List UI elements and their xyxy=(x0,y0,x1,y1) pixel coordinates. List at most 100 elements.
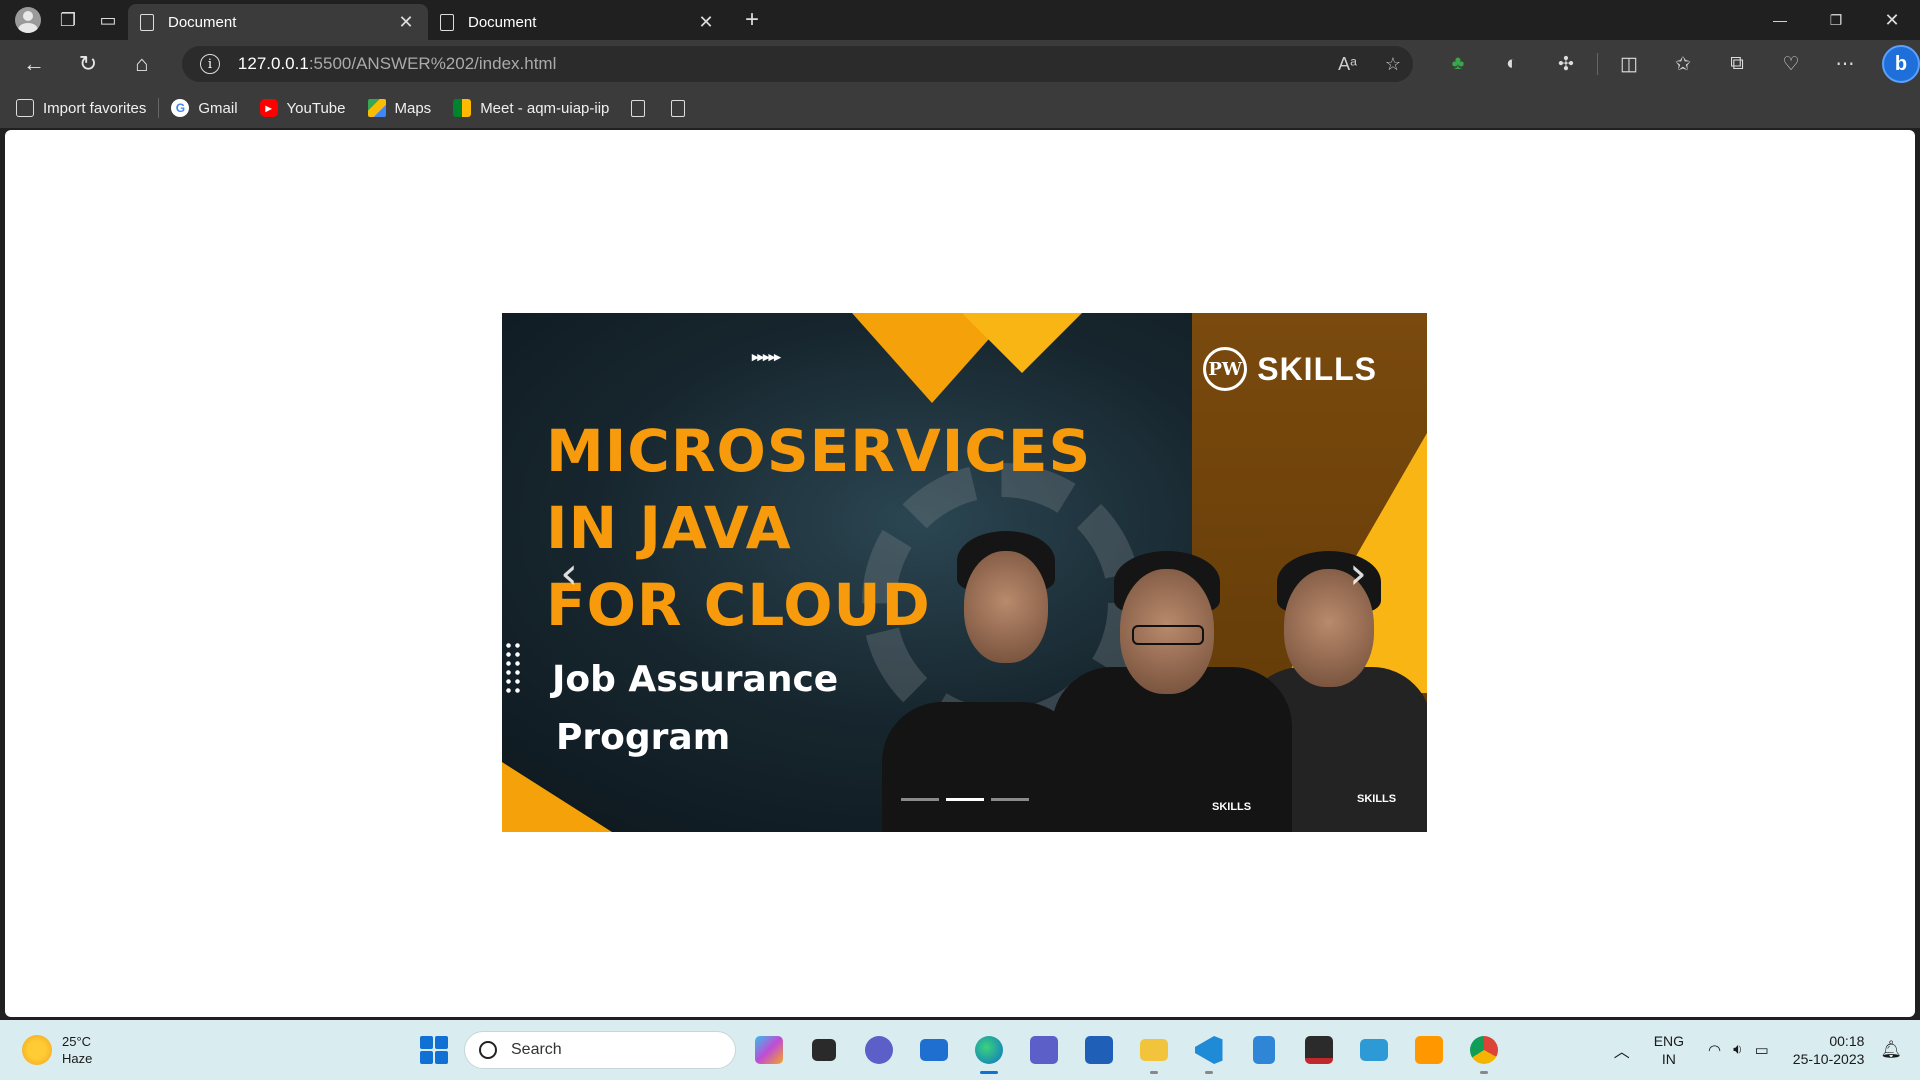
chevron-up-icon[interactable]: ︿ xyxy=(1614,1038,1630,1062)
glasses xyxy=(1132,625,1204,645)
chrome-app-icon[interactable] xyxy=(1461,1030,1506,1074)
tab-title: Document xyxy=(468,13,537,31)
favorite-label: Maps xyxy=(394,99,432,117)
back-icon[interactable]: ← xyxy=(12,44,56,84)
favorite-label: Import favorites xyxy=(43,99,147,117)
decor-triangle xyxy=(502,762,612,832)
google-icon: G xyxy=(171,99,190,117)
start-button[interactable] xyxy=(414,1030,454,1070)
tab-document[interactable]: Document ✕ xyxy=(428,4,728,40)
document-icon xyxy=(440,13,454,31)
slide-subtitle: Job Assurance Program xyxy=(552,651,838,767)
clock[interactable]: 00:18 25-10-2023 xyxy=(1793,1032,1865,1068)
carousel-indicator-2[interactable] xyxy=(946,798,984,801)
carousel-indicator-3[interactable] xyxy=(991,798,1029,801)
favorites-divider xyxy=(158,98,160,118)
weather-temp: 25°C xyxy=(62,1034,92,1049)
weather-condition: Haze xyxy=(62,1051,93,1066)
teams-app-icon[interactable] xyxy=(1021,1030,1066,1070)
tab-actions-icon[interactable]: ▭ xyxy=(88,0,128,40)
taskbar-search[interactable]: Search xyxy=(464,1031,736,1069)
favorite-youtube[interactable]: ▶ YouTube xyxy=(259,99,346,117)
pw-skills-logo: PW SKILLS xyxy=(1203,347,1377,391)
clock-time: 00:18 xyxy=(1829,1033,1865,1049)
weather-haze-icon xyxy=(22,1035,52,1065)
volume-icon: 🔉︎ xyxy=(1733,1041,1743,1058)
favorite-maps[interactable]: Maps xyxy=(367,99,432,117)
favorite-import[interactable]: Import favorites xyxy=(16,99,146,117)
logo-text: SKILLS xyxy=(1257,350,1377,387)
more-menu-icon[interactable]: ⋯ xyxy=(1818,44,1872,84)
carousel-prev-button[interactable]: ‹ xyxy=(544,543,594,603)
weather-widget[interactable]: 25°C Haze xyxy=(22,1033,92,1067)
browser-title-bar: ❐ ▭ Document ✕ Document ✕ + — ❐ ✕ xyxy=(0,0,1920,40)
favorites-icon[interactable]: ✩ xyxy=(1656,44,1710,84)
tab-document-active[interactable]: Document ✕ xyxy=(128,4,428,40)
subtitle-line: Program xyxy=(556,717,731,758)
tree-extension-icon[interactable]: ♣ xyxy=(1431,44,1485,84)
collections-icon[interactable]: ⧉ xyxy=(1710,44,1764,84)
favorite-label: YouTube xyxy=(286,99,346,117)
lang-line-2: IN xyxy=(1661,1051,1676,1067)
address-bar[interactable]: i 127.0.0.1:5500/ANSWER%202/index.html A… xyxy=(181,46,1413,82)
new-tab-button[interactable]: + xyxy=(734,2,770,38)
clock-date: 25-10-2023 xyxy=(1792,1051,1865,1067)
close-tab-icon[interactable]: ✕ xyxy=(696,12,716,33)
refresh-icon[interactable]: ↻ xyxy=(66,44,110,84)
game-app-icon[interactable] xyxy=(1296,1030,1341,1070)
wifi-icon: ◠ xyxy=(1708,1042,1722,1059)
face xyxy=(964,551,1048,663)
document-icon xyxy=(140,13,154,31)
headline-line: MICROSERVICES xyxy=(546,417,1092,485)
file-explorer-icon[interactable] xyxy=(1131,1030,1176,1074)
web-page: ▸▸▸▸▸ PW SKILLS MICROSERVICES IN JAVA FO… xyxy=(5,130,1915,1017)
vscode-app-icon[interactable] xyxy=(1186,1030,1231,1074)
toolbar-divider xyxy=(1597,53,1598,75)
carousel-indicator-1[interactable] xyxy=(901,798,939,801)
browser-toolbar: ← ↻ ⌂ i 127.0.0.1:5500/ANSWER%202/index.… xyxy=(0,40,1920,88)
favorite-meet[interactable]: Meet - aqm-uiap-iip xyxy=(453,99,609,117)
favorite-label: Gmail xyxy=(198,99,238,117)
notepad-app-icon[interactable] xyxy=(1241,1030,1286,1070)
home-icon[interactable]: ⌂ xyxy=(120,44,164,84)
document-bookmark-icon[interactable] xyxy=(631,99,646,117)
site-info-icon[interactable]: i xyxy=(199,54,220,74)
subtitle-line: Job Assurance xyxy=(552,659,839,700)
quick-settings[interactable]: ◠ 🔉︎ ▭ xyxy=(1708,1041,1769,1059)
edge-app-icon[interactable] xyxy=(966,1030,1011,1074)
carousel-next-button[interactable]: › xyxy=(1333,543,1383,603)
document-bookmark-icon[interactable] xyxy=(671,99,686,117)
task-view-icon[interactable] xyxy=(801,1030,846,1070)
copilot-preview-app-icon[interactable] xyxy=(746,1030,791,1070)
decor-dots xyxy=(504,641,522,697)
favorite-gmail[interactable]: G Gmail xyxy=(171,99,238,117)
profile-avatar[interactable] xyxy=(8,0,48,40)
close-tab-icon[interactable]: ✕ xyxy=(396,12,416,33)
sublime-app-icon[interactable] xyxy=(1406,1030,1451,1070)
tab-title: Document xyxy=(168,13,237,31)
browser-essentials-icon[interactable]: ♡ xyxy=(1764,44,1818,84)
youtube-icon: ▶ xyxy=(259,99,278,117)
store-app-icon[interactable] xyxy=(1076,1030,1121,1070)
language-indicator[interactable]: ENG IN xyxy=(1654,1032,1684,1068)
workspaces-icon[interactable]: ❐ xyxy=(48,0,88,40)
restore-button[interactable]: ❐ xyxy=(1808,0,1864,40)
chat-app-icon[interactable] xyxy=(856,1030,901,1070)
read-aloud-icon[interactable]: A͏ᵃ xyxy=(1338,54,1357,75)
search-placeholder: Search xyxy=(511,1041,562,1058)
extensions-puzzle-icon[interactable]: ✣ xyxy=(1539,44,1593,84)
search-icon xyxy=(479,1041,497,1059)
minimize-button[interactable]: — xyxy=(1752,0,1808,40)
system-tray: ︿ ENG IN ◠ 🔉︎ ▭ 00:18 25-10-2023 🔔︎ xyxy=(1614,1020,1920,1080)
extension-icon[interactable]: ◐ xyxy=(1485,44,1539,84)
import-icon xyxy=(16,99,34,117)
notification-bell-icon[interactable]: 🔔︎ xyxy=(1880,1040,1902,1060)
url-path: :5500/ANSWER%202/index.html xyxy=(308,54,557,73)
copilot-icon[interactable]: b xyxy=(1882,45,1920,83)
carousel-indicators xyxy=(901,798,1029,801)
split-screen-icon[interactable]: ◫ xyxy=(1602,44,1656,84)
remote-desktop-icon[interactable] xyxy=(1351,1030,1396,1070)
close-window-button[interactable]: ✕ xyxy=(1864,0,1920,40)
favorite-star-icon[interactable]: ☆ xyxy=(1385,54,1401,75)
mail-app-icon[interactable] xyxy=(911,1030,956,1070)
